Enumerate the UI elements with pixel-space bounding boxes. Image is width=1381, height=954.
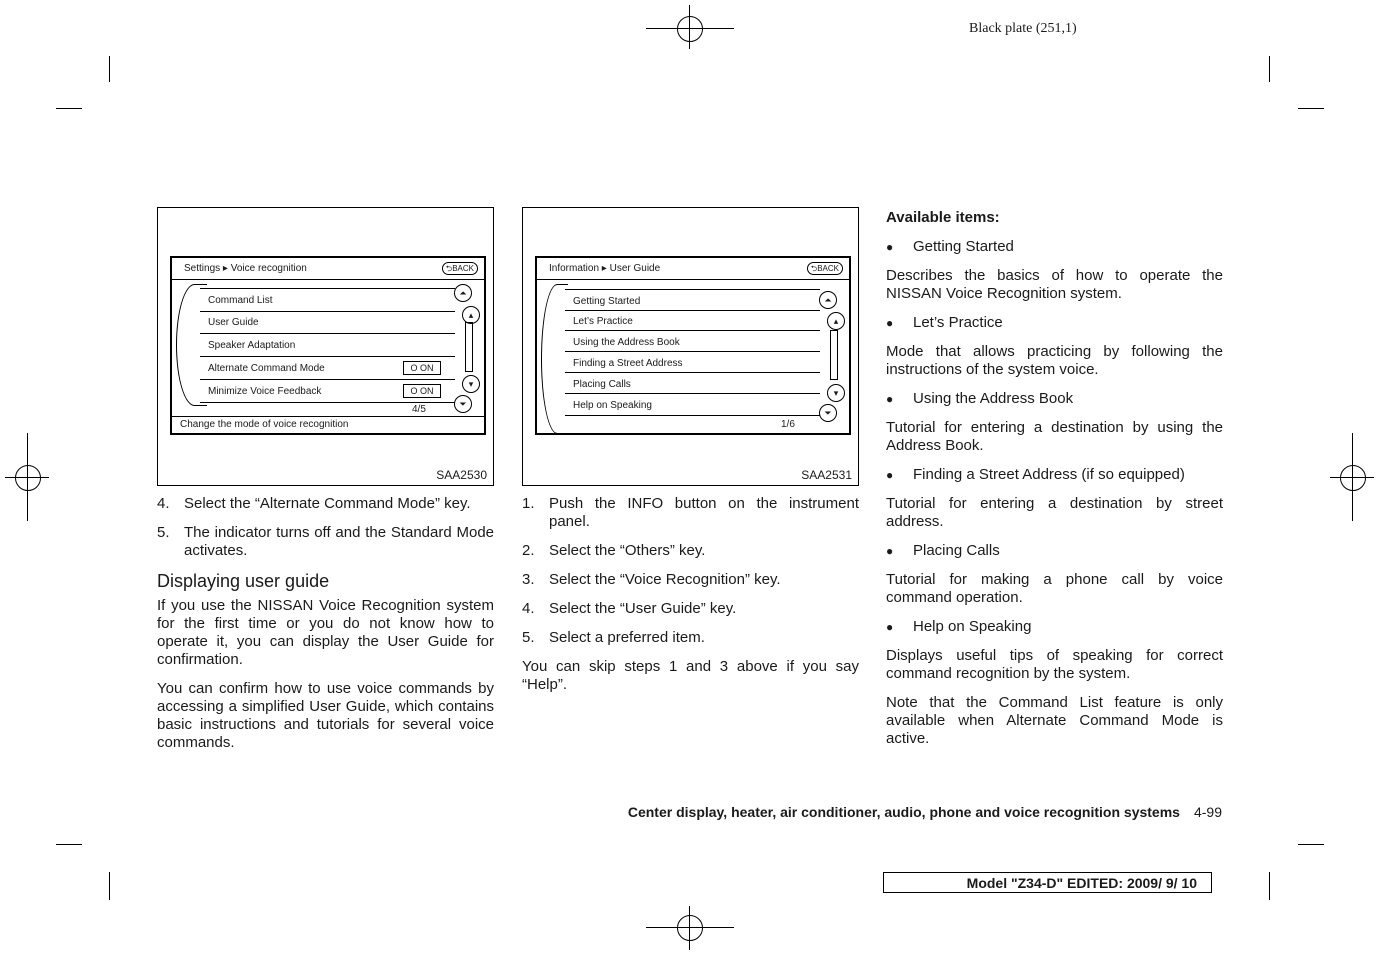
menu-item[interactable]: Speaker Adaptation [200,334,455,357]
scroll-up-icon[interactable]: ▴ [827,312,845,330]
bullet-icon: ● [886,468,894,482]
bullet-item: ● Placing Calls [886,542,1000,559]
toggle-indicator: O ON [403,384,441,398]
bullet-item: ● Let’s Practice [886,314,1003,331]
paragraph: You can confirm how to use voice command… [157,680,494,751]
step: 5. The indicator turns off and the Standa… [157,524,494,559]
menu-item[interactable]: Alternate Command Mode O ON [200,357,455,380]
step: 3. Select the “Voice Recognition” key. [522,571,781,588]
page-indicator: 4/5 [412,404,426,415]
page-down-icon[interactable]: ⏷ [819,404,837,422]
figure-code: SAA2530 [436,468,487,482]
step: 2. Select the “Others” key. [522,542,706,559]
menu-item[interactable]: Minimize Voice Feedback O ON [200,380,455,403]
figure-voice-recognition-settings: Settings ▸ Voice recognition ⮌BACK Comma… [157,207,494,486]
page-up-icon[interactable]: ⏶ [454,284,472,302]
menu-item[interactable]: Help on Speaking [565,394,820,416]
bullet-item: ● Getting Started [886,238,1014,255]
status-bar: Change the mode of voice recognition [172,416,484,433]
model-edit-box: Model "Z34-D" EDITED: 2009/ 9/ 10 [883,872,1212,893]
figure-code: SAA2531 [801,468,852,482]
bullet-item: ● Finding a Street Address (if so equippe… [886,466,1185,483]
bullet-icon: ● [886,544,894,558]
item-description: Tutorial for making a phone call by voic… [886,571,1223,606]
screen: Settings ▸ Voice recognition ⮌BACK Comma… [170,256,486,435]
bullet-item: ● Help on Speaking [886,618,1032,635]
scrollbar[interactable] [830,330,838,380]
middle-column: 1. Push the INFO button on the instrument… [522,495,859,705]
scrollbar[interactable] [465,322,473,372]
bullet-icon: ● [886,316,894,330]
menu-item[interactable]: Using the Address Book [565,331,820,352]
item-description: Describes the basics of how to operate t… [886,267,1223,302]
item-description: Displays useful tips of speaking for cor… [886,647,1223,682]
section-heading: Displaying user guide [157,571,330,591]
paragraph: You can skip steps 1 and 3 above if you … [522,658,859,693]
step: 4. Select the “Alternate Command Mode” ke… [157,495,471,512]
figure-user-guide: Information ▸ User Guide ⮌BACK Getting S… [522,207,859,486]
page-down-icon[interactable]: ⏷ [454,395,472,413]
breadcrumb: Settings ▸ Voice recognition [184,263,307,274]
back-button[interactable]: ⮌BACK [806,262,843,275]
menu-item[interactable]: Finding a Street Address [565,352,820,373]
step: 5. Select a preferred item. [522,629,705,646]
bullet-item: ● Using the Address Book [886,390,1074,407]
page-up-icon[interactable]: ⏶ [819,291,837,309]
menu-item[interactable]: Let’s Practice [565,310,820,331]
menu-item[interactable]: User Guide [200,311,455,334]
screen-title-bar: Information ▸ User Guide ⮌BACK [537,258,849,280]
paragraph: If you use the NISSAN Voice Recognition … [157,597,494,668]
screen-title-bar: Settings ▸ Voice recognition ⮌BACK [172,258,484,280]
page-footer: Center display, heater, air conditioner,… [628,804,1222,820]
scroll-down-icon[interactable]: ▾ [462,375,480,393]
section-heading: Available items: [886,209,1000,226]
screen: Information ▸ User Guide ⮌BACK Getting S… [535,256,851,435]
bullet-icon: ● [886,392,894,406]
section-title: Center display, heater, air conditioner,… [627,804,1180,820]
menu-arc [541,284,568,434]
item-description: Mode that allows practicing by following… [886,343,1223,378]
breadcrumb: Information ▸ User Guide [549,263,661,274]
step: 1. Push the INFO button on the instrument… [522,495,859,530]
bullet-icon: ● [886,620,894,634]
plate-label: Black plate (251,1) [969,21,1077,36]
page-number: 4-99 [1193,804,1222,820]
menu-item[interactable]: Placing Calls [565,373,820,394]
left-column: 4. Select the “Alternate Command Mode” ke… [157,495,494,763]
right-column: Available items: ● Getting Started Descri… [886,209,1223,759]
step: 4. Select the “User Guide” key. [522,600,737,617]
note: Note that the Command List feature is on… [886,694,1223,747]
page-indicator: 1/6 [781,419,795,430]
bullet-icon: ● [886,240,894,254]
item-description: Tutorial for entering a destination by s… [886,495,1223,530]
item-description: Tutorial for entering a destination by u… [886,419,1223,454]
back-button[interactable]: ⮌BACK [441,262,478,275]
menu-item[interactable]: Getting Started [565,289,820,311]
scroll-down-icon[interactable]: ▾ [827,384,845,402]
toggle-indicator: O ON [403,361,441,375]
menu-item[interactable]: Command List [200,288,455,312]
